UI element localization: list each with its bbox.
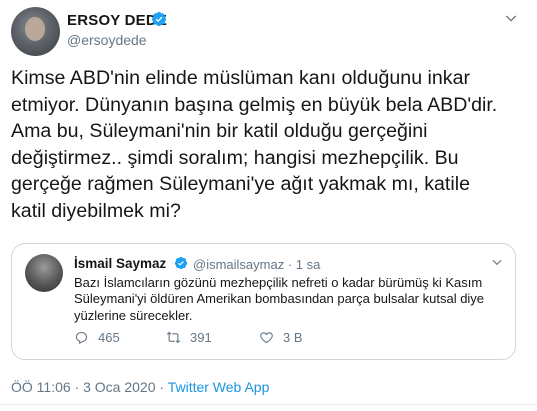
- retweet-button[interactable]: 391: [166, 330, 212, 345]
- like-button[interactable]: 3 B: [259, 330, 303, 345]
- quoted-author-handle[interactable]: @ismailsaymaz: [193, 257, 284, 272]
- author-avatar[interactable]: [11, 7, 60, 56]
- verified-badge-icon: [152, 12, 166, 27]
- retweet-icon: [166, 331, 181, 344]
- tweet-text: Kimse ABD'nin elinde müslüman kanı olduğ…: [11, 67, 498, 222]
- tweet-footer: ÖÖ 11:06 · 3 Oca 2020 · Twitter Web App: [11, 379, 269, 395]
- quoted-text: Bazı İslamcıların gözünü mezhepçilik nef…: [74, 275, 485, 323]
- author-handle[interactable]: @ersoydede: [67, 32, 147, 48]
- timestamp[interactable]: ÖÖ 11:06 · 3 Oca 2020 ·: [11, 379, 168, 395]
- quoted-time[interactable]: · 1 sa: [284, 257, 321, 272]
- quoted-meta: @ismailsaymaz · 1 sa: [193, 257, 320, 272]
- like-count: 3 B: [283, 330, 303, 345]
- reply-button[interactable]: 465: [74, 330, 120, 345]
- reply-count: 465: [98, 330, 120, 345]
- chevron-down-icon[interactable]: [490, 255, 504, 269]
- divider: [0, 404, 537, 405]
- quoted-author-name[interactable]: İsmail Saymaz: [74, 256, 166, 271]
- quoted-author-avatar[interactable]: [25, 254, 63, 292]
- quoted-tweet[interactable]: İsmail Saymaz @ismailsaymaz · 1 sa Bazı …: [11, 243, 516, 360]
- heart-icon: [260, 332, 273, 344]
- quoted-actions: 465 391 3 B: [74, 330, 504, 346]
- source-app-link[interactable]: Twitter Web App: [168, 379, 270, 395]
- retweet-count: 391: [190, 330, 212, 345]
- chevron-down-icon[interactable]: [503, 10, 519, 26]
- verified-badge-icon: [174, 256, 188, 270]
- reply-icon: [75, 331, 88, 345]
